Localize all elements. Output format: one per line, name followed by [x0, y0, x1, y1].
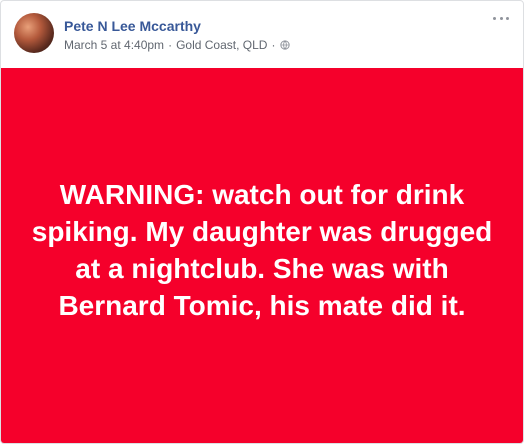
post-timestamp[interactable]: March 5 at 4:40pm — [64, 37, 164, 53]
meta-separator: · — [168, 38, 173, 52]
author-name[interactable]: Pete N Lee Mccarthy — [64, 17, 201, 35]
post-meta: March 5 at 4:40pm · Gold Coast, QLD · — [64, 37, 291, 53]
globe-icon[interactable] — [280, 40, 291, 50]
facebook-post: Pete N Lee Mccarthy March 5 at 4:40pm · … — [0, 0, 524, 444]
post-image[interactable]: WARNING: watch out for drink spiking. My… — [1, 68, 523, 443]
post-image-text: WARNING: watch out for drink spiking. My… — [31, 178, 493, 321]
author-avatar[interactable] — [14, 13, 54, 53]
more-options-icon[interactable] — [493, 13, 509, 23]
post-location[interactable]: Gold Coast, QLD — [176, 37, 267, 53]
post-header: Pete N Lee Mccarthy March 5 at 4:40pm · … — [1, 1, 523, 67]
meta-separator-2: · — [271, 38, 276, 52]
